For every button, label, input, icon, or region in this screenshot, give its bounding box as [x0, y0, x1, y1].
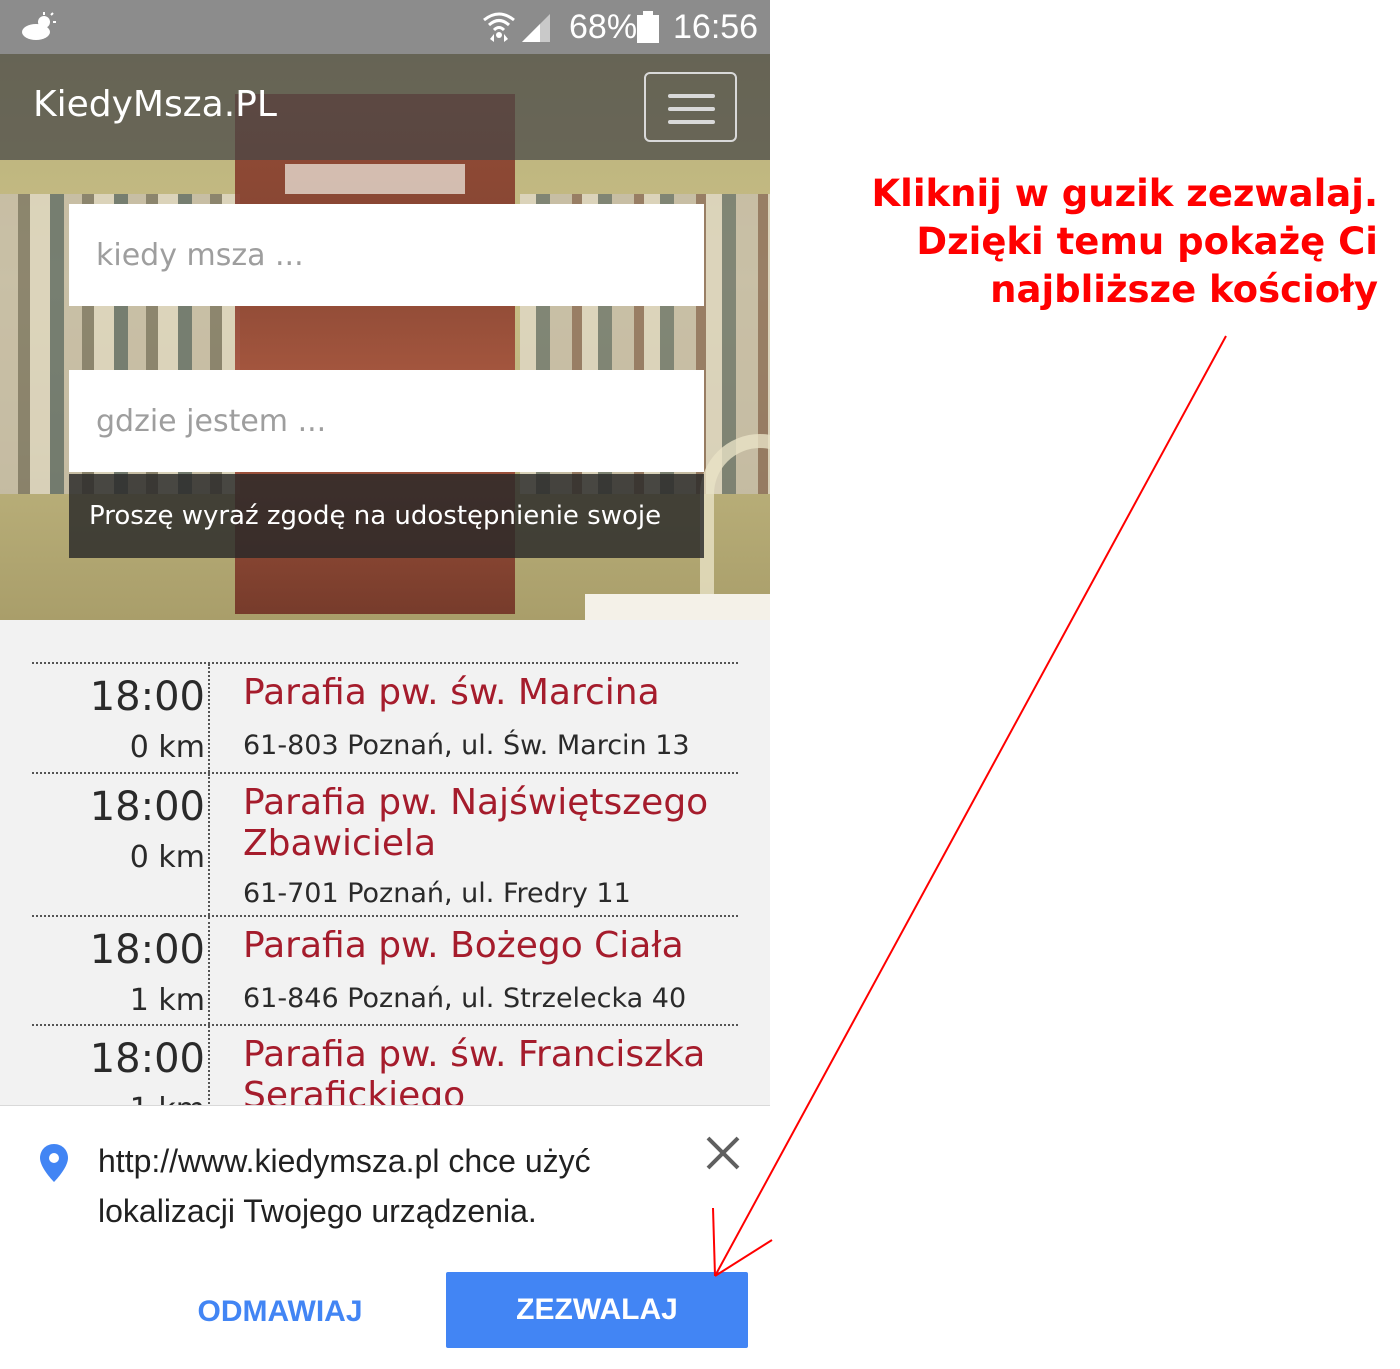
- distance: 1 km: [129, 983, 205, 1018]
- parish-address: 61-701 Poznań, ul. Fredry 11: [243, 878, 631, 909]
- clock: 16:56: [673, 8, 759, 46]
- brand-logo[interactable]: KiedyMsza.PL: [33, 84, 277, 125]
- phone-screen: 68% 16:56 KiedyMsza.PL kiedy msza ... gd…: [0, 0, 770, 1369]
- menu-toggle-button[interactable]: [644, 72, 737, 142]
- mass-time: 18:00: [89, 674, 205, 720]
- where-search-input[interactable]: gdzie jestem ...: [69, 370, 704, 472]
- distance: 0 km: [129, 730, 205, 765]
- weather-icon: [22, 12, 56, 40]
- mass-results-list: 18:00 0 km Parafia pw. św. Marcina 61-80…: [32, 662, 738, 1144]
- navbar: KiedyMsza.PL: [0, 54, 770, 160]
- list-item[interactable]: 18:00 0 km Parafia pw. św. Marcina 61-80…: [32, 662, 738, 772]
- parish-address: 61-846 Poznań, ul. Strzelecka 40: [243, 983, 687, 1014]
- when-search-input[interactable]: kiedy msza ...: [69, 204, 704, 306]
- deny-button[interactable]: ODMAWIAJ: [160, 1274, 400, 1350]
- annotation-line: najbliższe kościoły: [990, 268, 1378, 311]
- where-search-placeholder: gdzie jestem ...: [96, 403, 327, 439]
- close-icon[interactable]: [702, 1132, 744, 1174]
- time-column: 18:00 0 km: [32, 774, 210, 915]
- list-item[interactable]: 18:00 1 km Parafia pw. Bożego Ciała 61-8…: [32, 915, 738, 1024]
- location-pin-icon: [40, 1144, 68, 1182]
- list-item[interactable]: 18:00 0 km Parafia pw. Najświętszego Zba…: [32, 772, 738, 915]
- battery-icon: [637, 11, 659, 43]
- allow-button[interactable]: ZEZWALAJ: [446, 1272, 748, 1348]
- arch: [700, 434, 770, 620]
- time-column: 18:00 1 km: [32, 917, 210, 1024]
- parish-name-link[interactable]: Parafia pw. św. Franciszka Serafickiego: [243, 1034, 733, 1116]
- signal-icon: [522, 14, 550, 42]
- hamburger-icon-bar: [668, 120, 715, 124]
- altar: [585, 594, 770, 620]
- mass-time: 18:00: [89, 1036, 205, 1082]
- instruction-annotation: Kliknij w guzik zezwalaj. Dzięki temu po…: [778, 170, 1378, 314]
- annotation-line: Dzięki temu pokażę Ci: [916, 220, 1378, 263]
- hamburger-icon: [668, 94, 715, 98]
- location-consent-tooltip: Proszę wyraź zgodę na udostępnienie swoj…: [69, 474, 704, 558]
- when-search-placeholder: kiedy msza ...: [96, 237, 304, 273]
- crucifix: [285, 164, 465, 194]
- distance: 0 km: [129, 840, 205, 875]
- parish-name-link[interactable]: Parafia pw. Najświętszego Zbawiciela: [243, 782, 733, 864]
- location-permission-dialog: http://www.kiedymsza.pl chce użyć lokali…: [0, 1105, 770, 1369]
- battery-percent: 68%: [569, 8, 638, 46]
- parish-name-link[interactable]: Parafia pw. św. Marcina: [243, 672, 733, 713]
- status-bar: 68% 16:56: [0, 0, 770, 54]
- permission-message: http://www.kiedymsza.pl chce użyć lokali…: [98, 1143, 591, 1229]
- parish-address: 61-803 Poznań, ul. Św. Marcin 13: [243, 730, 690, 761]
- annotation-line: Kliknij w guzik zezwalaj.: [871, 172, 1378, 215]
- wifi-icon: [483, 12, 515, 42]
- tooltip-text: Proszę wyraź zgodę na udostępnienie swoj…: [89, 501, 662, 531]
- mass-time: 18:00: [89, 927, 205, 973]
- mass-time: 18:00: [89, 784, 205, 830]
- hamburger-icon-bar: [668, 107, 715, 111]
- parish-name-link[interactable]: Parafia pw. Bożego Ciała: [243, 925, 733, 966]
- time-column: 18:00 0 km: [32, 664, 210, 772]
